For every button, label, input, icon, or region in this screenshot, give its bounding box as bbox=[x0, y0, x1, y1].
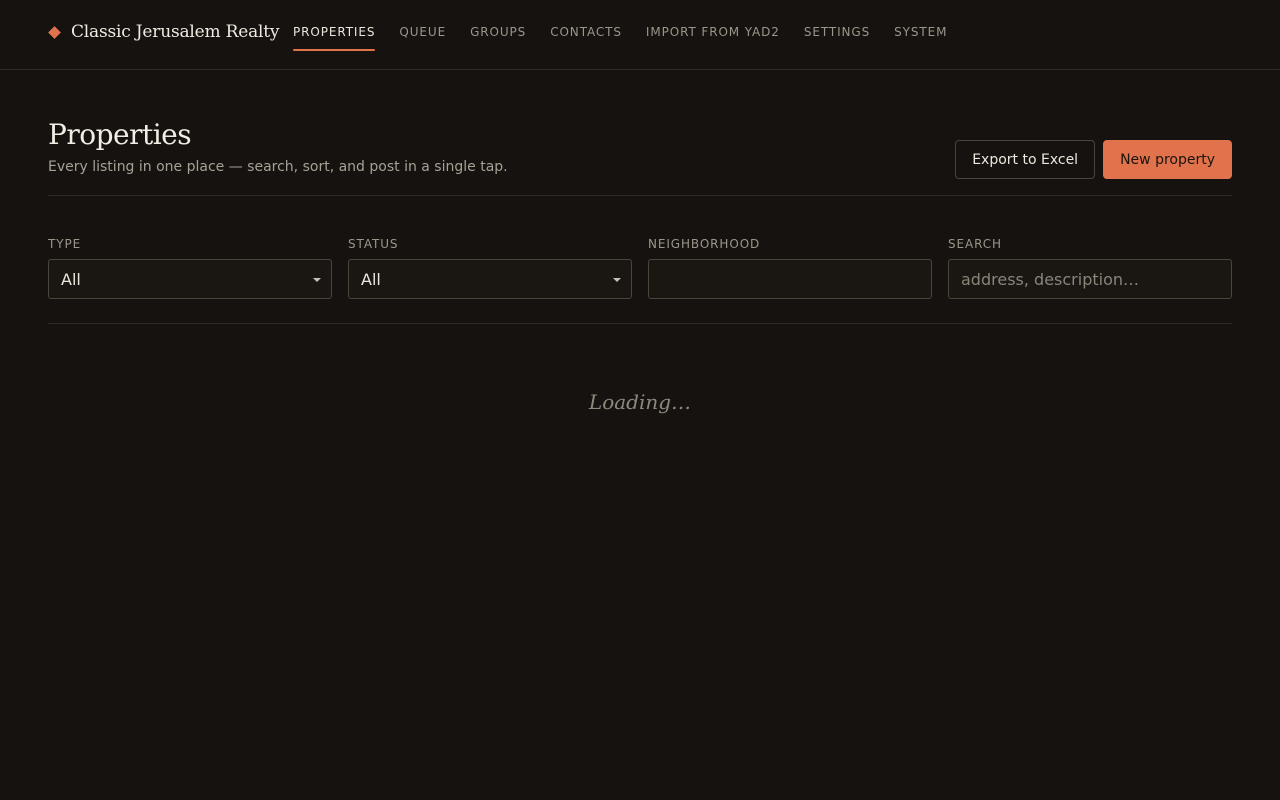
nav-item-groups[interactable]: GROUPS bbox=[470, 25, 526, 51]
brand[interactable]: Classic Jerusalem Realty bbox=[48, 20, 279, 44]
nav-item-queue[interactable]: QUEUE bbox=[399, 25, 446, 51]
loading-indicator: Loading… bbox=[588, 390, 692, 414]
main-nav: PROPERTIES QUEUE GROUPS CONTACTS IMPORT … bbox=[293, 0, 971, 70]
nav-item-import-yad2[interactable]: IMPORT FROM YAD2 bbox=[646, 25, 780, 51]
type-select-value: All bbox=[61, 269, 81, 289]
search-filter-label: SEARCH bbox=[948, 237, 1002, 251]
neighborhood-filter-label: NEIGHBORHOOD bbox=[648, 237, 761, 251]
type-filter-label: TYPE bbox=[48, 237, 82, 251]
page-header: Properties Every listing in one place — … bbox=[48, 118, 1232, 196]
export-to-excel-button[interactable]: Export to Excel bbox=[955, 140, 1096, 179]
nav-item-properties[interactable]: PROPERTIES bbox=[293, 25, 376, 51]
neighborhood-filter: NEIGHBORHOOD bbox=[648, 237, 932, 323]
status-filter-label: STATUS bbox=[348, 237, 399, 251]
search-field-wrapper bbox=[948, 259, 1232, 299]
type-select[interactable]: All bbox=[48, 259, 332, 299]
neighborhood-field-wrapper bbox=[648, 259, 932, 299]
search-filter: SEARCH bbox=[948, 237, 1232, 323]
type-filter: TYPE All bbox=[48, 237, 332, 323]
filter-bar: TYPE All STATUS All NEIGHBORHOOD SEARCH bbox=[48, 237, 1232, 324]
top-bar: Classic Jerusalem Realty PROPERTIES QUEU… bbox=[0, 0, 1280, 70]
status-filter: STATUS All bbox=[348, 237, 632, 323]
nav-item-system[interactable]: SYSTEM bbox=[894, 25, 947, 51]
nav-item-contacts[interactable]: CONTACTS bbox=[550, 25, 622, 51]
chevron-down-icon bbox=[313, 278, 321, 282]
search-input[interactable] bbox=[961, 269, 1219, 289]
new-property-button[interactable]: New property bbox=[1103, 140, 1232, 179]
brand-name: Classic Jerusalem Realty bbox=[71, 22, 280, 42]
status-select[interactable]: All bbox=[348, 259, 632, 299]
status-select-value: All bbox=[361, 269, 381, 289]
diamond-icon bbox=[48, 25, 61, 39]
neighborhood-input[interactable] bbox=[661, 269, 919, 289]
nav-item-settings[interactable]: SETTINGS bbox=[804, 25, 870, 51]
header-actions: Export to Excel New property bbox=[955, 140, 1232, 179]
chevron-down-icon bbox=[613, 278, 621, 282]
